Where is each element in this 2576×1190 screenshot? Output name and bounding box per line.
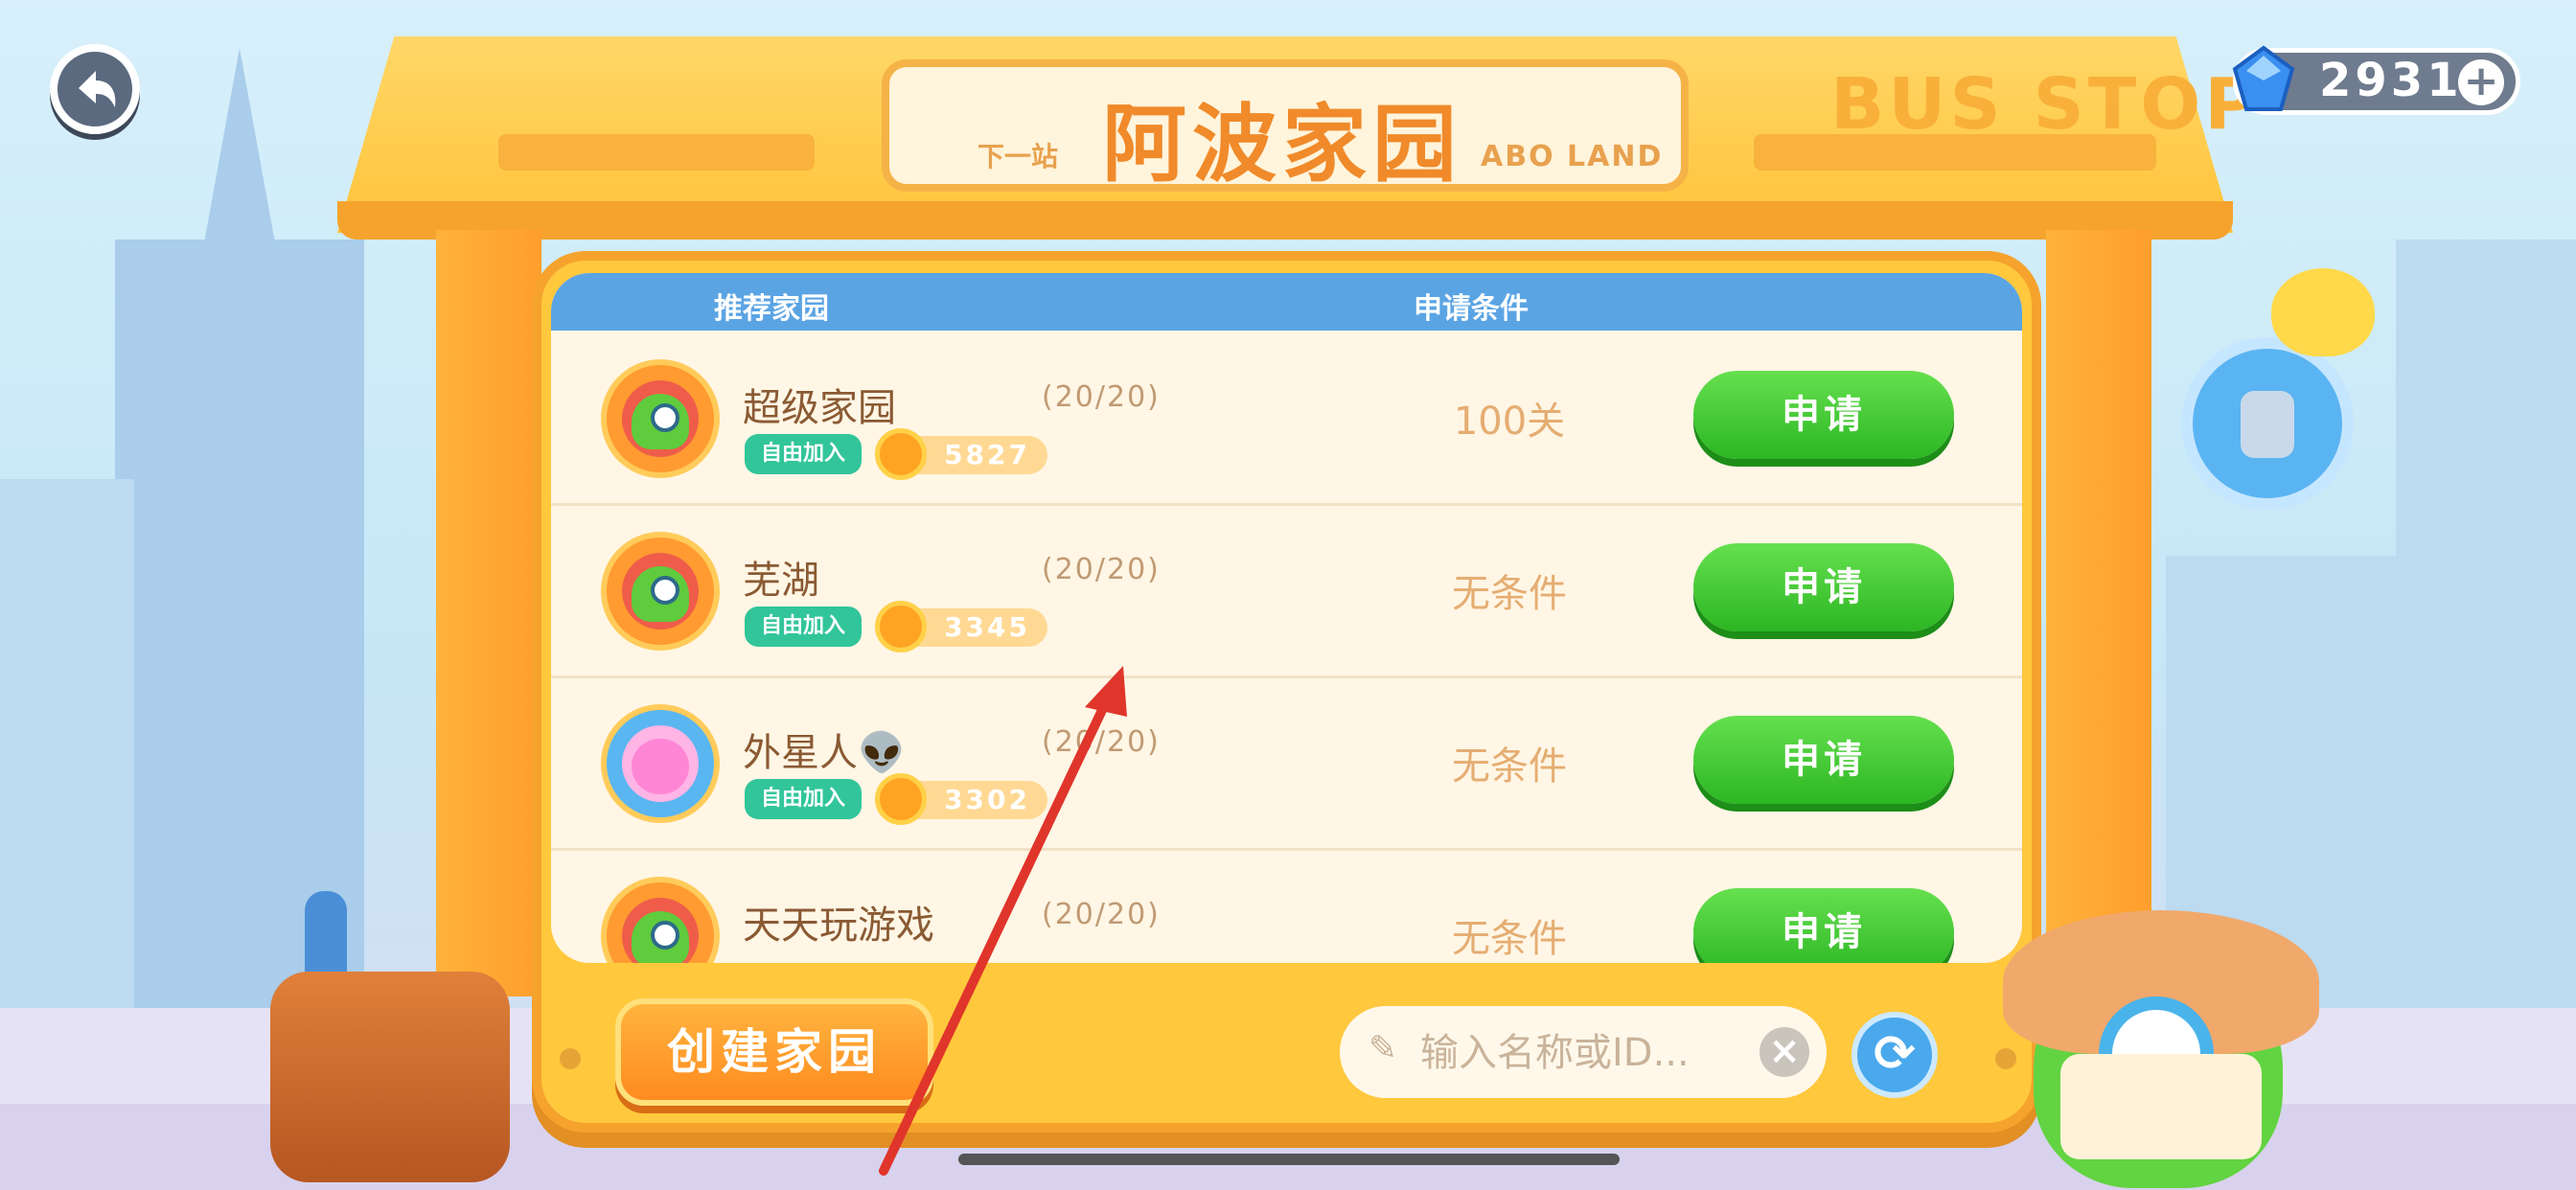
clear-search-button[interactable]: × [1760,1027,1809,1077]
yellow-duck-icon [2271,268,2375,356]
background-spire [201,48,278,259]
add-currency-button[interactable]: + [2458,59,2504,105]
bus-stop-text: BUS STOP [1830,63,2261,146]
apply-condition: 无条件 [1452,917,1567,961]
green-monster-avatar [601,359,720,478]
sign-next-stop-label: 下一站 [978,141,1059,172]
column-header-home: 推荐家园 [714,292,829,326]
pillar-right [2046,230,2151,996]
home-indicator[interactable] [958,1154,1620,1165]
list-header: 推荐家园 申请条件 [551,273,2022,331]
green-monster-avatar [601,877,720,963]
currency-value: 2931 [2319,54,2463,107]
blue-gem-icon [2225,42,2302,119]
apply-button[interactable]: 申请 [1693,888,1954,963]
list-item: 芜湖 (20/20) 自由加入 3345 无条件 申请 [551,503,2022,678]
column-header-condition: 申请条件 [1414,292,1529,326]
free-join-badge: 自由加入 [745,779,862,819]
back-arrow-icon [79,71,116,107]
search-input[interactable] [1418,1018,1748,1088]
home-name: 超级家园 [743,386,896,430]
member-count: (20/20) [1042,898,1161,931]
trophy-coin-icon [875,428,927,480]
trophy-coin-icon [875,773,927,825]
apply-condition: 无条件 [1452,744,1567,789]
green-monster-avatar [601,532,720,651]
pink-jellyfish-avatar [601,704,720,823]
page-title: 阿波家园 [1102,95,1463,194]
member-count: (20/20) [1042,725,1161,759]
create-home-button[interactable]: 创建家园 [615,998,933,1106]
suitcase-character [270,972,510,1182]
free-join-badge: 自由加入 [745,606,862,647]
list-item: 外星人👽 (20/20) 自由加入 3302 无条件 申请 [551,675,2022,851]
back-button[interactable] [50,44,140,134]
bus-button[interactable] [2181,337,2354,510]
home-name: 芜湖 [743,559,819,603]
list-item: 超级家园 (20/20) 自由加入 5827 100关 申请 [551,331,2022,506]
apply-button[interactable]: 申请 [1693,716,1954,804]
panel-screw-right [1995,1048,2016,1069]
apply-button[interactable]: 申请 [1693,371,1954,459]
free-join-badge: 自由加入 [745,434,862,474]
apply-condition: 无条件 [1452,572,1567,616]
home-name: 外星人👽 [743,731,906,775]
apply-condition: 100关 [1453,400,1566,444]
member-count: (20/20) [1042,380,1161,414]
background-building-right [2396,240,2576,1054]
trophy-coin-icon [875,601,927,652]
sign-subtitle: ABO LAND [1481,140,1664,173]
roof-stripe-left [498,134,815,171]
refresh-button[interactable]: ⟳ [1852,1012,1938,1098]
list-item: 天天玩游戏 (20/20) 无条件 申请 [551,848,2022,963]
apply-button[interactable]: 申请 [1693,543,1954,631]
pencil-icon: ✎ [1368,1029,1398,1068]
frog-mask [2060,1054,2262,1159]
panel-screw-left [560,1048,581,1069]
bus-icon [2241,391,2294,458]
background-building-far-left [0,479,134,1054]
pillar-left [436,230,541,996]
home-list[interactable]: 推荐家园 申请条件 超级家园 (20/20) 自由加入 5827 100关 申请… [551,273,2022,963]
home-name: 天天玩游戏 [743,904,934,948]
roof-edge [337,201,2233,240]
member-count: (20/20) [1042,553,1161,586]
